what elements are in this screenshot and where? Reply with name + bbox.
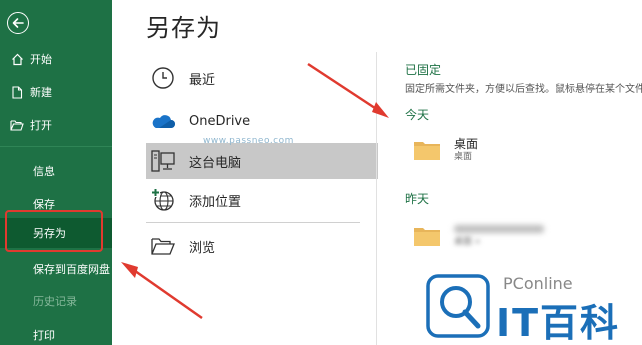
brand-big-text: IT百科	[496, 301, 621, 345]
brand-small-text: PConline	[503, 274, 573, 293]
magnifier-logo-icon	[426, 274, 490, 338]
pconline-watermark: PConline IT百科	[408, 256, 642, 345]
